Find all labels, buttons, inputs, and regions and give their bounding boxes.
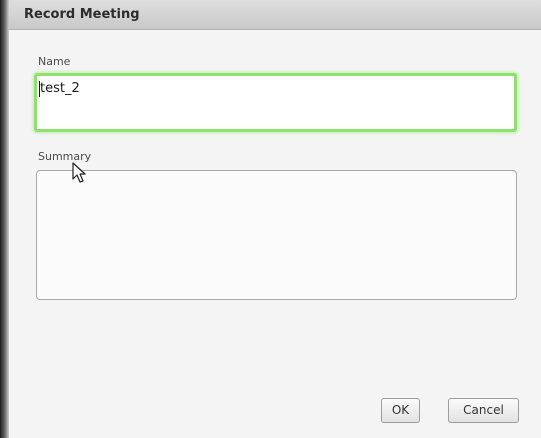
dialog-titlebar[interactable]: Record Meeting	[9, 0, 541, 30]
window-left-edge	[0, 0, 9, 438]
name-label: Name	[38, 55, 71, 68]
mouse-pointer-icon	[72, 162, 86, 183]
name-input-value: test_2	[40, 81, 80, 96]
cancel-button[interactable]: Cancel	[448, 398, 519, 423]
text-caret	[39, 81, 40, 97]
summary-textarea[interactable]	[36, 170, 517, 300]
name-input[interactable]: test_2	[34, 73, 517, 132]
record-meeting-dialog: Record Meeting Name test_2 Summary OK Ca…	[0, 0, 541, 438]
dialog-title: Record Meeting	[24, 7, 140, 22]
ok-button[interactable]: OK	[381, 398, 420, 423]
